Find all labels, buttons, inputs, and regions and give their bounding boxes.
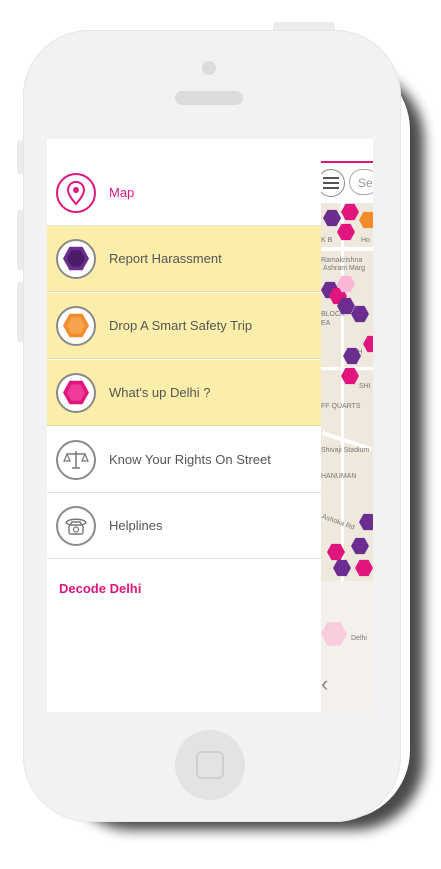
telephone-icon (56, 505, 96, 546)
drawer-item-label: Know Your Rights On Street (109, 452, 271, 467)
front-camera (202, 61, 216, 75)
map-label: FF QUARTS (321, 403, 361, 410)
navigation-drawer: Map Report Harassment Drop A Smart Safet… (47, 139, 321, 712)
map-bottom-overlay: Delhi (321, 581, 373, 712)
hexagon-purple-icon (56, 238, 96, 279)
report-hexagon-marker[interactable] (359, 211, 373, 229)
map-label: Shivaji Stadium (321, 447, 370, 454)
drawer-item-label: Drop A Smart Safety Trip (109, 318, 253, 333)
back-chevron-icon[interactable]: ‹ (321, 671, 328, 697)
search-input[interactable]: Se (349, 169, 373, 195)
map-label: Delhi (351, 635, 367, 642)
map-label: K B (321, 237, 333, 244)
home-button[interactable] (175, 730, 245, 800)
map-view[interactable]: Se K B Ho Ramakrishna Ashram Marg BLOCK … (317, 139, 373, 712)
drawer-item-label: Helplines (109, 518, 163, 533)
map-search-bar: Se (317, 163, 373, 203)
drawer-item-smart-safety-trip[interactable]: Drop A Smart Safety Trip (47, 293, 321, 359)
scales-icon (56, 439, 96, 480)
report-hexagon-marker[interactable] (323, 209, 341, 227)
hexagon-pink-icon (56, 372, 96, 413)
report-hexagon-marker[interactable] (333, 559, 351, 577)
drawer-item-whats-up-delhi[interactable]: What's up Delhi ? (47, 360, 321, 426)
report-hexagon-marker[interactable] (351, 537, 369, 555)
faded-hexagon-marker (321, 622, 347, 646)
map-label: HANUMAN (321, 473, 357, 480)
map-top-bar (321, 139, 373, 163)
hamburger-menu-icon[interactable] (317, 169, 345, 197)
report-hexagon-marker[interactable] (363, 335, 373, 353)
drawer-item-label: Report Harassment (109, 251, 222, 266)
report-hexagon-marker[interactable] (337, 223, 355, 241)
map-label: EA (321, 320, 331, 327)
brand-title: Decode Delhi (59, 581, 142, 596)
map-road (321, 247, 373, 251)
map-label: Ashoka Rd (320, 513, 356, 532)
drawer-item-label: What's up Delhi ? (109, 385, 211, 400)
map-label: Ho (361, 237, 370, 244)
drawer-item-label: Map (109, 185, 135, 200)
drawer-item-helplines[interactable]: Helplines (47, 493, 321, 559)
earpiece-speaker (175, 91, 243, 105)
drawer-item-know-your-rights[interactable]: Know Your Rights On Street (47, 427, 321, 493)
drawer-item-map[interactable]: Map (47, 160, 321, 226)
home-square-icon (196, 751, 224, 779)
report-hexagon-marker[interactable] (359, 513, 373, 531)
map-pin-icon (56, 172, 96, 213)
app-screen: Se K B Ho Ramakrishna Ashram Marg BLOCK … (47, 139, 373, 712)
map-label: Ramakrishna (321, 257, 363, 264)
hexagon-orange-icon (56, 305, 96, 346)
map-label: SHI (359, 383, 371, 390)
map-label: Ashram Marg (323, 265, 366, 272)
report-hexagon-marker[interactable] (355, 559, 373, 577)
drawer-item-report-harassment[interactable]: Report Harassment (47, 226, 321, 292)
